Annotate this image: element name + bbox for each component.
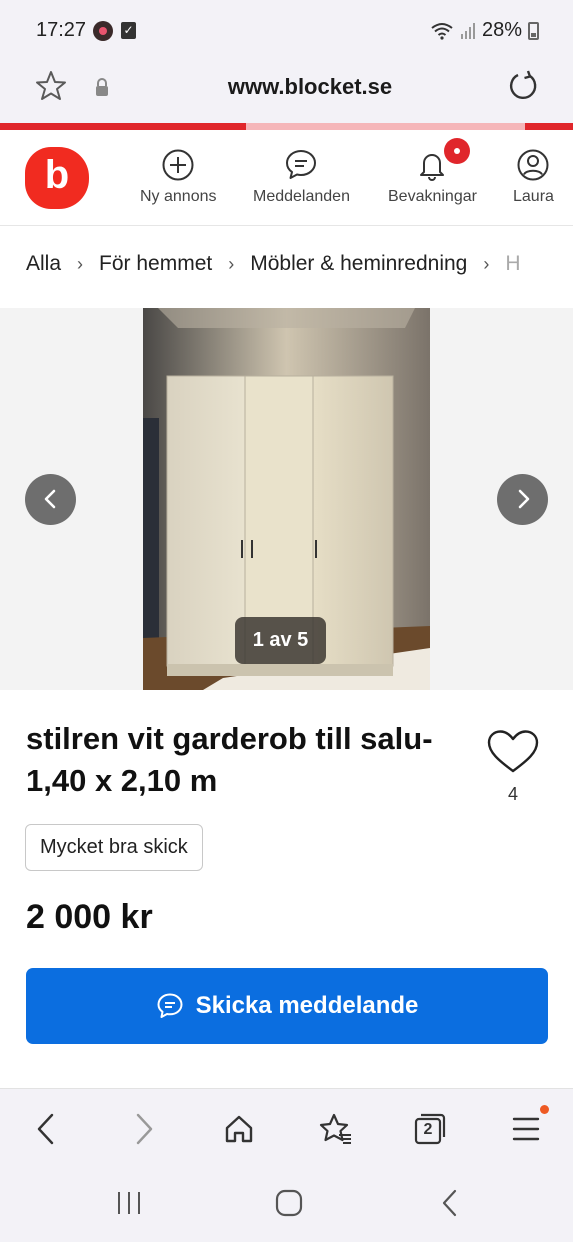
bookmarks-star-icon[interactable] — [317, 1111, 353, 1147]
user-icon — [517, 149, 549, 181]
tabs-button[interactable]: 2 — [413, 1111, 447, 1145]
image-gallery: 1 av 5 — [0, 308, 573, 690]
logo-letter: b — [44, 153, 70, 197]
site-header: b Ny annons Meddelanden Bevakningar Laur… — [0, 130, 573, 226]
menu-icon[interactable] — [511, 1111, 541, 1147]
tab-count: 2 — [423, 1121, 433, 1138]
blocket-logo[interactable]: b — [25, 147, 89, 209]
nav-messages-label: Meddelanden — [253, 188, 350, 205]
battery-icon — [528, 21, 539, 40]
menu-notification-dot — [540, 1105, 549, 1114]
home-button-icon[interactable] — [274, 1188, 304, 1218]
breadcrumb-item[interactable]: Möbler & heminredning — [250, 252, 467, 276]
nav-profile-label: Laura — [513, 188, 554, 205]
nav-new-ad[interactable]: Ny annons — [140, 148, 217, 206]
browser-address-bar: www.blocket.se — [0, 60, 573, 124]
chat-bubble-icon — [157, 993, 183, 1018]
condition-badge: Mycket bra skick — [25, 824, 203, 871]
heart-icon — [487, 730, 539, 773]
recent-apps-icon[interactable] — [114, 1188, 144, 1218]
browser-bottom-toolbar: 2 — [0, 1088, 573, 1168]
battery-percentage: 28% — [481, 19, 522, 41]
notification-badge — [444, 138, 470, 164]
breadcrumb-item[interactable]: Alla — [26, 252, 61, 276]
status-time: 17:27 — [36, 19, 87, 41]
chevron-right-icon: › — [228, 253, 235, 274]
nav-watches-label: Bevakningar — [388, 188, 477, 205]
gallery-next-button[interactable] — [497, 474, 548, 525]
nav-new-ad-label: Ny annons — [140, 188, 217, 205]
send-message-button[interactable]: Skicka meddelande — [26, 968, 548, 1044]
image-counter: 1 av 5 — [235, 617, 326, 664]
breadcrumb: Alla › För hemmet › Möbler & heminrednin… — [26, 252, 521, 276]
plus-circle-icon — [162, 149, 194, 181]
home-icon[interactable] — [223, 1111, 255, 1147]
nav-messages[interactable]: Meddelanden — [253, 148, 350, 206]
system-back-icon[interactable] — [438, 1188, 462, 1218]
gallery-prev-button[interactable] — [25, 474, 76, 525]
back-arrow-icon[interactable] — [34, 1111, 58, 1147]
call-notification-icon — [93, 21, 113, 41]
url-field[interactable]: www.blocket.se — [0, 74, 573, 100]
wifi-icon — [431, 22, 453, 40]
status-bar: 17:27 ✓ 28% — [0, 0, 573, 60]
listing-price: 2 000 kr — [26, 898, 153, 936]
chevron-right-icon: › — [483, 253, 490, 274]
signal-icon — [460, 22, 475, 39]
system-navigation-bar — [0, 1168, 573, 1242]
chat-bubble-icon — [286, 150, 317, 179]
chevron-left-icon — [44, 489, 56, 509]
chevron-right-icon — [518, 489, 530, 509]
listing-title: stilren vit garderob till salu- 1,40 x 2… — [26, 721, 433, 798]
page-load-progress — [0, 123, 573, 130]
status-right: 28% — [430, 19, 539, 42]
favorites-count: 4 — [507, 784, 518, 804]
breadcrumb-item[interactable]: H — [505, 252, 520, 276]
forward-arrow-icon[interactable] — [132, 1111, 156, 1147]
checkbox-notification-icon: ✓ — [121, 22, 136, 39]
chevron-right-icon: › — [77, 253, 84, 274]
breadcrumb-item[interactable]: För hemmet — [99, 252, 212, 276]
send-message-label: Skicka meddelande — [195, 992, 419, 1019]
nav-profile[interactable]: Laura — [513, 148, 554, 206]
favorite-button[interactable]: 4 — [486, 729, 540, 805]
reload-icon[interactable] — [506, 69, 540, 103]
